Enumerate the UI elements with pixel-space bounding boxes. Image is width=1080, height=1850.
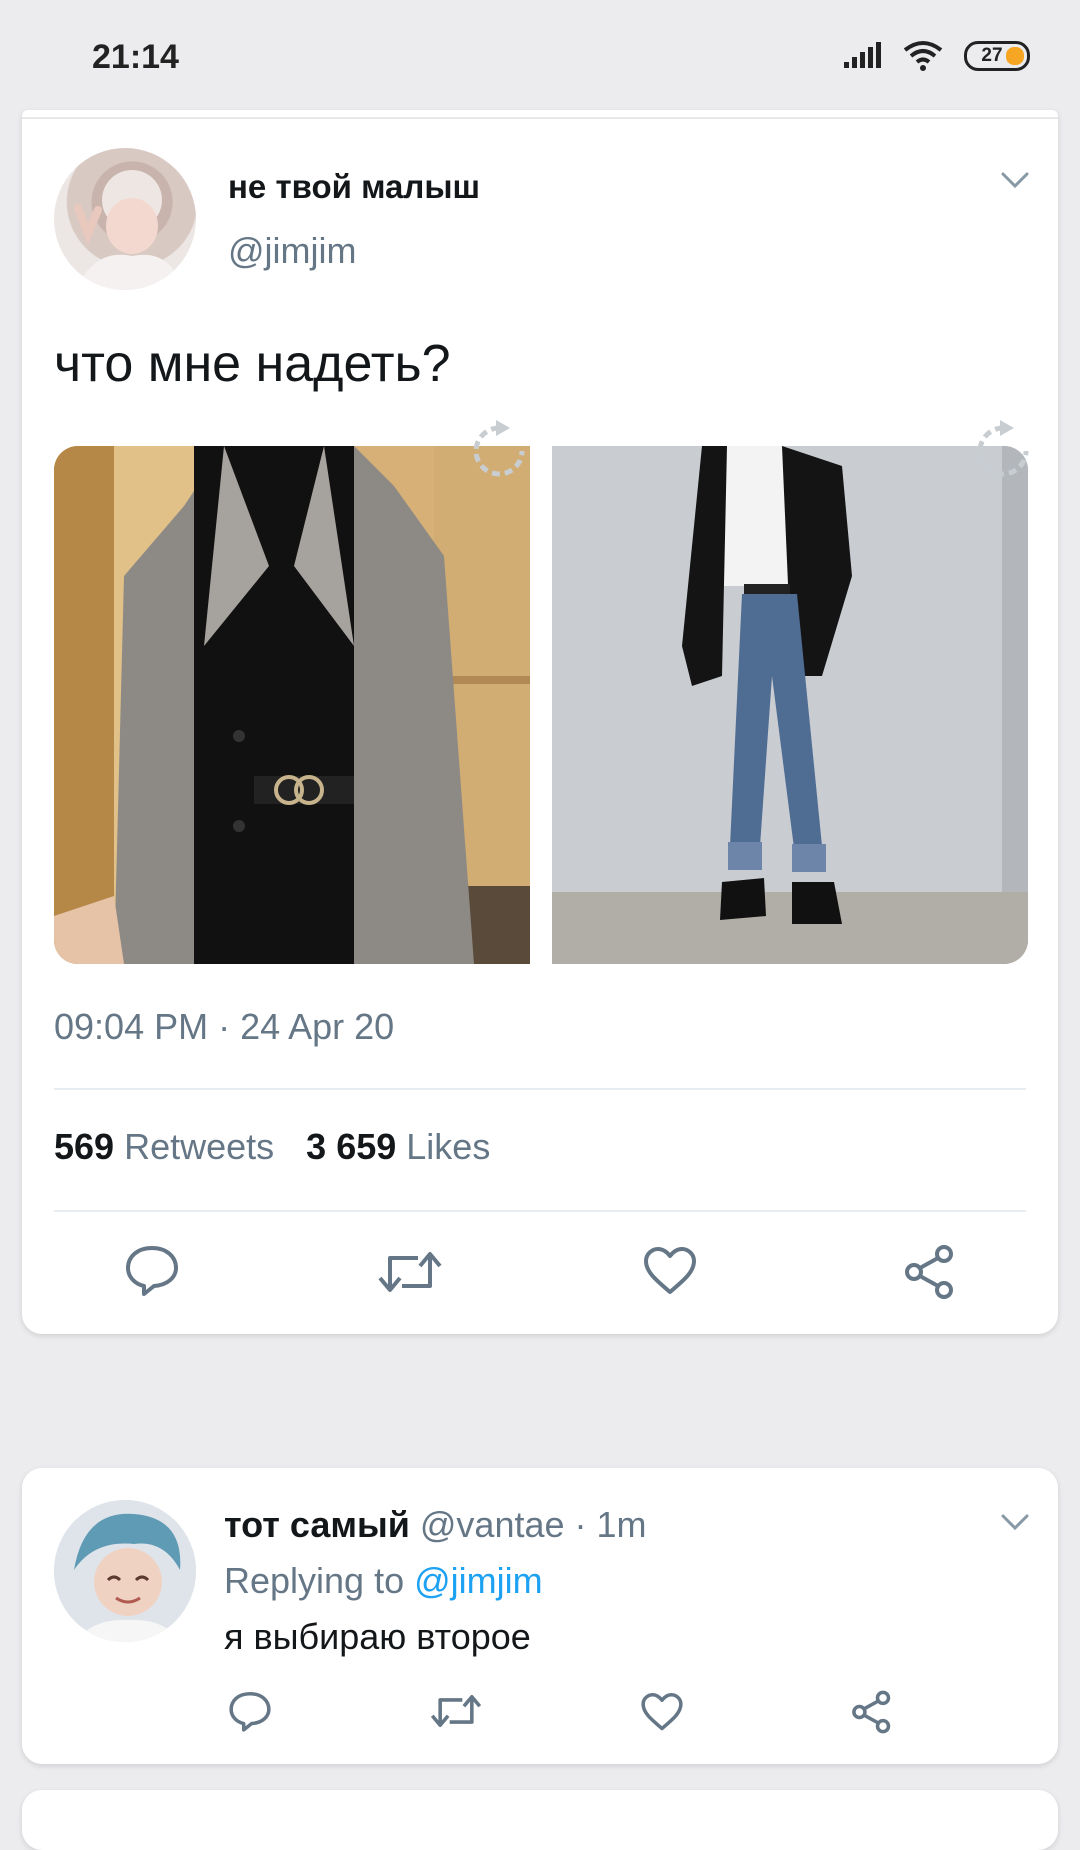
reply-author-avatar[interactable] bbox=[54, 1500, 196, 1642]
retweets-stat[interactable]: 569 Retweets bbox=[54, 1126, 274, 1168]
share-icon[interactable] bbox=[902, 1244, 958, 1300]
battery-level bbox=[1006, 47, 1024, 65]
tweet-photo-2[interactable] bbox=[552, 446, 1028, 964]
avatar-image bbox=[54, 1500, 196, 1642]
chevron-down-icon[interactable] bbox=[1000, 170, 1030, 190]
tweet-stats: 569 Retweets 3 659 Likes bbox=[54, 1126, 490, 1168]
tweet-card[interactable]: не твой малыш @jimjim что мне надеть? 09… bbox=[22, 110, 1058, 1334]
likes-count: 3 659 bbox=[306, 1126, 397, 1167]
author-avatar[interactable] bbox=[54, 148, 196, 290]
outfit-photo-2 bbox=[552, 446, 1028, 964]
tweet-text: что мне надеть? bbox=[54, 335, 451, 393]
chevron-down-icon[interactable] bbox=[1000, 1512, 1030, 1532]
replying-to-mention[interactable]: @jimjim bbox=[414, 1560, 543, 1601]
status-time: 21:14 bbox=[92, 38, 179, 76]
outfit-photo-1 bbox=[54, 446, 530, 964]
retweets-label: Retweets bbox=[124, 1126, 275, 1167]
retweet-icon[interactable] bbox=[430, 1692, 482, 1730]
status-icons: 27 bbox=[842, 40, 1030, 72]
replying-to-prefix: Replying to bbox=[224, 1560, 405, 1601]
tweet-photo-1[interactable] bbox=[54, 446, 530, 964]
likes-stat[interactable]: 3 659 Likes bbox=[306, 1126, 490, 1168]
tweet-timestamp[interactable]: 09:04 PM · 24 Apr 20 bbox=[54, 1006, 394, 1048]
share-icon[interactable] bbox=[850, 1690, 894, 1734]
author-display-name[interactable]: не твой малыш bbox=[228, 168, 480, 206]
avatar-image bbox=[74, 170, 184, 290]
refresh-icon[interactable] bbox=[466, 418, 532, 484]
reply-time: · 1m bbox=[574, 1504, 647, 1545]
retweet-icon[interactable] bbox=[378, 1248, 442, 1296]
battery-percent: 27 bbox=[981, 45, 1003, 66]
likes-label: Likes bbox=[406, 1126, 491, 1167]
card-top-divider bbox=[22, 117, 1058, 119]
reply-header: тот самый @vantae · 1m bbox=[224, 1504, 647, 1546]
reply-icon[interactable] bbox=[124, 1244, 180, 1296]
battery-icon: 27 bbox=[964, 41, 1030, 71]
author-handle[interactable]: @jimjim bbox=[228, 230, 357, 272]
reply-text: я выбираю второе bbox=[224, 1616, 531, 1657]
like-icon[interactable] bbox=[640, 1692, 684, 1732]
retweets-count: 569 bbox=[54, 1126, 115, 1167]
reply-display-name[interactable]: тот самый bbox=[224, 1504, 410, 1545]
signal-icon bbox=[844, 42, 881, 68]
status-bar: 21:14 27 bbox=[0, 0, 1080, 110]
refresh-icon[interactable] bbox=[970, 418, 1036, 484]
divider bbox=[54, 1210, 1026, 1212]
reply-handle[interactable]: @vantae bbox=[420, 1504, 565, 1545]
divider bbox=[54, 1088, 1026, 1090]
like-icon[interactable] bbox=[642, 1246, 698, 1296]
reply-icon[interactable] bbox=[228, 1690, 272, 1732]
wifi-icon bbox=[903, 41, 943, 71]
next-card[interactable] bbox=[22, 1790, 1058, 1850]
reply-card[interactable]: тот самый @vantae · 1m Replying to @jimj… bbox=[22, 1468, 1058, 1764]
replying-to: Replying to @jimjim bbox=[224, 1560, 543, 1602]
